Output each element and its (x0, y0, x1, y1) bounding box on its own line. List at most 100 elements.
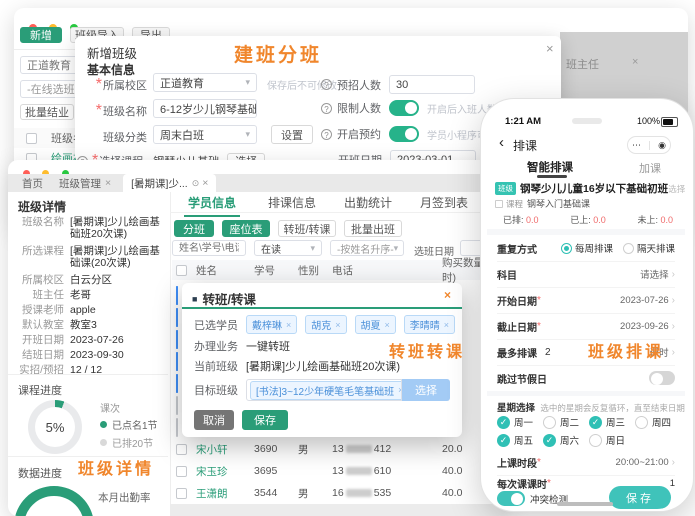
subject-row[interactable]: 科目 请选择 › (497, 261, 675, 288)
row-checkbox[interactable] (176, 374, 178, 393)
row-checkbox[interactable] (176, 418, 178, 437)
close-circle-icon[interactable]: ◉ (658, 140, 666, 151)
help-icon[interactable]: ? (321, 102, 332, 114)
clear-icon[interactable]: × (632, 56, 638, 68)
start-date-row[interactable]: 开始日期 * 2023-07-26 › (497, 287, 675, 314)
weekday-checkbox[interactable]: ✓周二 (543, 415, 589, 429)
class-name-input[interactable]: 6-12岁少儿钢琴基础周末班 (153, 99, 257, 118)
row-checkbox[interactable] (176, 487, 187, 499)
select-all-checkbox[interactable] (26, 132, 37, 144)
weekday-checkbox[interactable]: ✓周日 (589, 433, 635, 447)
student-tag[interactable]: 胡夏 × (354, 315, 396, 334)
row-checkbox[interactable] (176, 465, 187, 477)
transfer-class-button[interactable]: 转班/转课 (278, 220, 336, 237)
home-indicator[interactable] (557, 502, 613, 506)
section-gap (487, 391, 685, 396)
weekday-checkbox[interactable]: ✓周四 (635, 415, 681, 429)
row-checkbox[interactable] (176, 443, 187, 455)
tab-attendance[interactable]: 出勤统计 (344, 194, 392, 217)
target-class-input[interactable]: [书法]3~12少年硬笔毛笔基础班 × (246, 379, 402, 401)
modal-close-icon[interactable]: × (444, 288, 451, 302)
tab-class-manage[interactable]: 班级管理 × (59, 176, 111, 191)
batch-finish-button[interactable]: 批量结业 (20, 104, 74, 120)
cancel-button[interactable]: 取消 (194, 410, 234, 430)
back-icon[interactable]: ‹ (499, 134, 504, 151)
tab-home[interactable]: 首页 (22, 176, 43, 191)
row-checkbox[interactable] (176, 308, 178, 327)
phone-save-button[interactable]: 保存 (609, 486, 671, 509)
remove-tag-icon[interactable]: × (444, 320, 449, 330)
conflict-toggle[interactable] (497, 491, 525, 506)
table-row[interactable]: 宋小轩 3690 男 13 412 20.0 (172, 438, 504, 461)
remove-tag-icon[interactable]: × (335, 320, 340, 330)
close-tab-icon[interactable]: × (202, 177, 208, 189)
batch-remove-button[interactable]: 批量出班 (344, 220, 402, 237)
weekday-checkbox[interactable]: ✓ 周五 (497, 433, 543, 447)
progress-percent: 5% (45, 419, 65, 435)
close-tab-icon[interactable]: × (105, 177, 111, 189)
tab-schedule-info[interactable]: 排课信息 (268, 194, 316, 217)
student-name-link[interactable]: 宋玉珍 (196, 464, 254, 479)
remove-tag-icon[interactable]: × (286, 320, 291, 330)
student-search-input[interactable] (172, 240, 246, 256)
select-all-checkbox[interactable] (176, 264, 187, 276)
end-date-row[interactable]: 截止日期 * 2023-09-26 › (497, 313, 675, 340)
class-card-title-row[interactable]: 班级 钢琴少儿儿童16岁以下基础初班 选择班级› (495, 181, 685, 196)
campus-select[interactable]: 正道教育 ▾ (153, 73, 257, 92)
radio-weekly[interactable] (560, 242, 572, 254)
help-icon[interactable]: ? (321, 128, 332, 140)
sort-filter-select[interactable]: -按姓名升序- ▾ (330, 240, 404, 256)
category-select[interactable]: 周末白班 ▾ (153, 125, 257, 144)
row-checkbox[interactable] (176, 396, 178, 415)
modal-header-divider (182, 307, 462, 309)
save-button[interactable]: 保存 (242, 410, 288, 430)
student-name-link[interactable]: 王潇朗 (196, 486, 254, 501)
phone-mockup: 1:21 AM 100% ‹ 排课 ⋯ ◉ 智能排课 加课 班级 钢琴少儿儿童1… (480, 98, 694, 512)
seat-chart-button[interactable]: 座位表 (222, 220, 270, 237)
course-icon (495, 199, 503, 208)
chevron-right-icon: › (671, 456, 675, 468)
quota-input[interactable]: 30 (389, 75, 475, 94)
holiday-toggle[interactable] (649, 371, 675, 385)
more-dots-icon[interactable]: ⋯ (632, 140, 641, 151)
divide-class-button[interactable]: 分班 (174, 220, 214, 237)
class-time-row[interactable]: 上课时段 * 20:00~21:00 › (497, 449, 675, 476)
status-filter-select[interactable]: 在读 ▾ (254, 240, 322, 256)
student-name-link[interactable]: 宋小轩 (196, 442, 254, 457)
blurred-phone (345, 467, 372, 475)
target-class-tag[interactable]: [书法]3~12少年硬笔毛笔基础班 × (250, 380, 401, 400)
teacher-field-fragment: 班主任 (566, 59, 599, 71)
tab-add-lesson[interactable]: 加课 (639, 160, 661, 176)
table-row[interactable]: 宋玉珍 3695 13 610 40.0 (172, 460, 504, 483)
modal-title: 转班/转课 (202, 293, 256, 307)
scrollbar-track[interactable] (170, 504, 508, 516)
row-checkbox[interactable] (176, 330, 178, 349)
weekday-checkbox[interactable]: ✓ 周六 (543, 433, 589, 447)
category-settings-button[interactable]: 设置 (271, 125, 313, 144)
add-class-button[interactable]: 新增 (20, 27, 62, 43)
dialog-close-icon[interactable]: × (546, 41, 554, 56)
tab-student-info[interactable]: 学员信息 (184, 194, 241, 217)
limit-toggle[interactable] (389, 100, 419, 116)
choose-target-button[interactable]: 选择 (402, 379, 450, 401)
student-tag[interactable]: 戴梓琳 × (246, 315, 298, 334)
row-checkbox[interactable] (176, 352, 178, 371)
student-tag[interactable]: 胡克 × (305, 315, 347, 334)
campus-label: *所属校区 (95, 76, 147, 93)
miniprogram-capsule: ⋯ ◉ (627, 136, 671, 154)
weekday-checkbox[interactable]: ✓ 周一 (497, 415, 543, 429)
tab-current-class[interactable]: [暑期课]少... ⊙ × (123, 174, 217, 192)
table-row[interactable]: 王潇朗 3544 男 16 535 40.0 (172, 482, 504, 505)
radio-alternate[interactable] (622, 242, 634, 254)
remove-tag-icon[interactable]: × (385, 320, 390, 330)
student-tag[interactable]: 李晴晴 × (403, 315, 456, 334)
field-row: 班级名称 [暑期课]少儿绘画基础班20次课) (22, 216, 160, 240)
row-checkbox[interactable] (176, 286, 178, 305)
booking-toggle[interactable] (389, 126, 419, 142)
tab-smart-schedule[interactable]: 智能排课 (527, 159, 573, 175)
help-icon[interactable]: ? (321, 79, 332, 90)
chevron-right-icon: › (671, 346, 675, 358)
choose-class-link[interactable]: 选择班级› (668, 183, 685, 195)
weekday-checkbox[interactable]: ✓ 周三 (589, 415, 635, 429)
tab-monthly-signin[interactable]: 月签到表 (420, 194, 468, 217)
